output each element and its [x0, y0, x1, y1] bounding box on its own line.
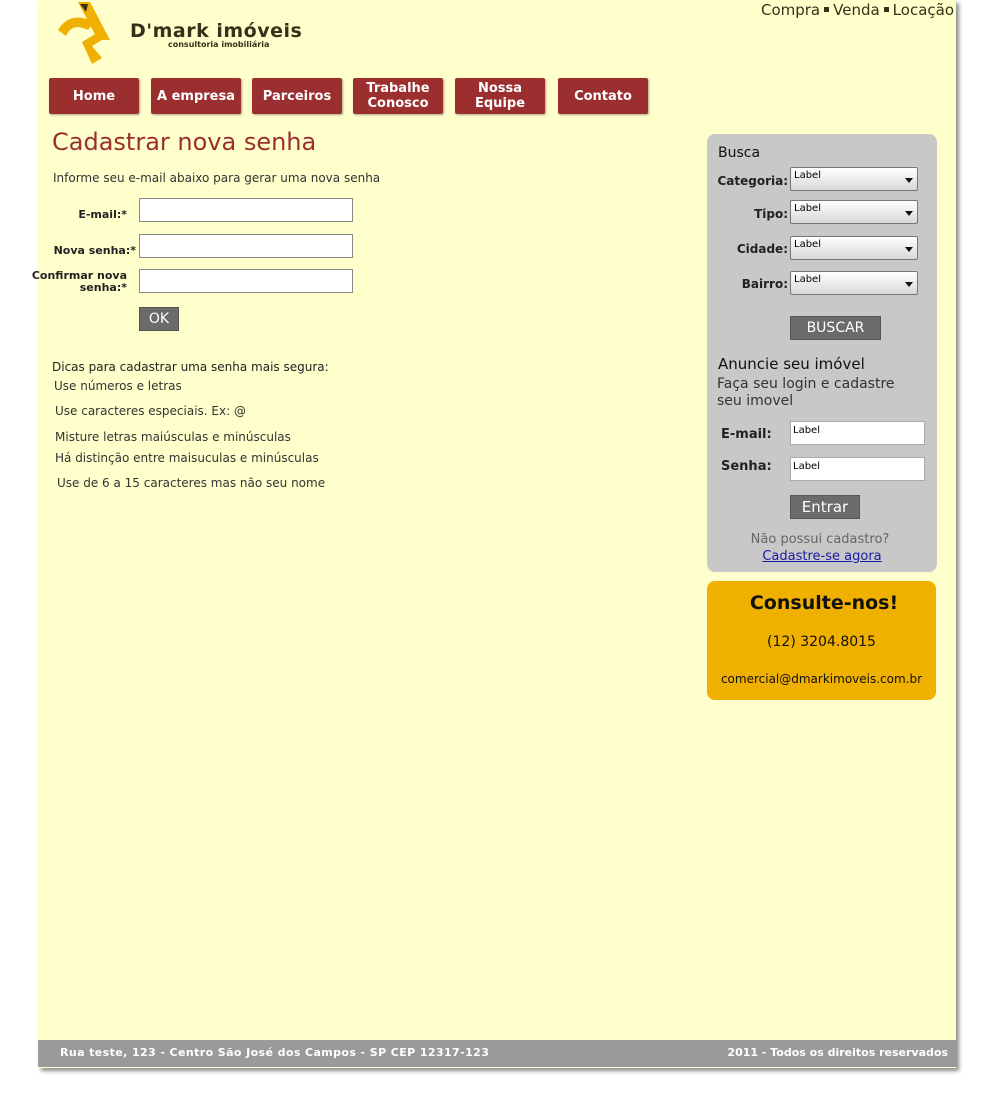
new-password-field[interactable] [139, 234, 353, 258]
login-password-label: Senha: [721, 459, 772, 474]
intro-text: Informe seu e-mail abaixo para gerar uma… [53, 171, 381, 185]
login-email-input[interactable]: Label [790, 421, 925, 445]
top-link-venda[interactable]: Venda [833, 1, 880, 19]
tip-item: Use números e letras [54, 379, 182, 393]
brand-tagline: consultoria imobiliária [168, 40, 270, 49]
contact-phone: (12) 3204.8015 [767, 634, 876, 650]
separator-square [883, 6, 889, 12]
buscar-button[interactable]: BUSCAR [790, 316, 881, 340]
contact-panel: Consulte-nos! (12) 3204.8015 comercial@d… [707, 581, 936, 700]
email-field[interactable] [139, 198, 353, 222]
no-account-text: Não possui cadastro? [750, 532, 890, 547]
confirm-password-label-line2: senha:* [79, 281, 127, 294]
bairro-select[interactable]: Label [790, 271, 918, 295]
nav-contato-button[interactable]: Contato [558, 78, 648, 114]
search-panel: Busca Categoria: Label Tipo: Label Cidad… [707, 134, 937, 572]
confirm-password-label: Confirmar nova senha:* [32, 270, 127, 294]
top-links: Compra Venda Locação [761, 1, 954, 19]
ok-button[interactable]: OK [139, 307, 179, 331]
brand-name: D'mark imóveis [130, 20, 303, 42]
entrar-button[interactable]: Entrar [790, 495, 860, 519]
nav-parceiros-button[interactable]: Parceiros [252, 78, 342, 114]
nav-nossa-equipe-button[interactable]: Nossa Equipe [455, 78, 545, 114]
tips-title: Dicas para cadastrar uma senha mais segu… [52, 360, 329, 374]
login-password-input[interactable]: Label [790, 457, 925, 481]
chevron-down-icon [905, 282, 913, 287]
cidade-value: Label [794, 239, 821, 250]
announce-title: Anuncie seu imóvel [718, 355, 865, 373]
chevron-down-icon [905, 178, 913, 183]
tip-item: Use de 6 a 15 caracteres mas não seu nom… [57, 476, 326, 490]
top-link-compra[interactable]: Compra [761, 1, 820, 19]
cidade-label: Cidade: [736, 242, 788, 256]
announce-text: Faça seu login e cadastre seu imovel [717, 376, 895, 409]
nav-nossa-equipe-label: Nossa Equipe [475, 81, 526, 111]
contact-email[interactable]: comercial@dmarkimoveis.com.br [707, 672, 936, 686]
new-password-label: Nova senha:* [53, 244, 136, 257]
footer: Rua teste, 123 - Centro São José dos Cam… [38, 1040, 956, 1067]
page-container: D'mark imóveis consultoria imobiliária C… [32, 0, 956, 1068]
footer-copyright: 2011 - Todos os direitos reservados [727, 1046, 948, 1059]
signup-link[interactable]: Cadastre-se agora [707, 549, 937, 564]
contact-title: Consulte-nos! [749, 592, 899, 614]
chevron-down-icon [905, 211, 913, 216]
logo-mark-icon [58, 2, 110, 64]
cidade-select[interactable]: Label [790, 236, 918, 260]
top-link-locacao[interactable]: Locação [893, 1, 954, 19]
search-title: Busca [718, 145, 761, 161]
separator-square [824, 6, 830, 12]
nav-empresa-button[interactable]: A empresa [151, 78, 241, 114]
nav-trabalhe-conosco-label: Trabalhe Conosco [366, 81, 430, 111]
confirm-password-field[interactable] [139, 269, 353, 293]
page-title: Cadastrar nova senha [52, 128, 317, 156]
email-label: E-mail:* [78, 208, 127, 221]
tipo-label: Tipo: [754, 207, 788, 221]
categoria-select[interactable]: Label [790, 167, 918, 191]
tip-item: Use caracteres especiais. Ex: @ [55, 404, 246, 418]
tip-item: Há distinção entre maisuculas e minúscul… [55, 451, 319, 465]
tipo-select[interactable]: Label [790, 200, 918, 224]
brand-logo[interactable]: D'mark imóveis consultoria imobiliária [50, 0, 303, 68]
nav-trabalhe-conosco-button[interactable]: Trabalhe Conosco [353, 78, 443, 114]
tipo-value: Label [794, 203, 821, 214]
nav-home-button[interactable]: Home [49, 78, 139, 114]
categoria-label: Categoria: [717, 174, 788, 188]
bairro-label: Bairro: [741, 277, 788, 291]
login-email-label: E-mail: [721, 427, 772, 442]
chevron-down-icon [905, 247, 913, 252]
footer-address: Rua teste, 123 - Centro São José dos Cam… [60, 1046, 490, 1059]
bairro-value: Label [794, 274, 821, 285]
categoria-value: Label [794, 170, 821, 181]
tip-item: Misture letras maiúsculas e minúsculas [55, 430, 291, 444]
